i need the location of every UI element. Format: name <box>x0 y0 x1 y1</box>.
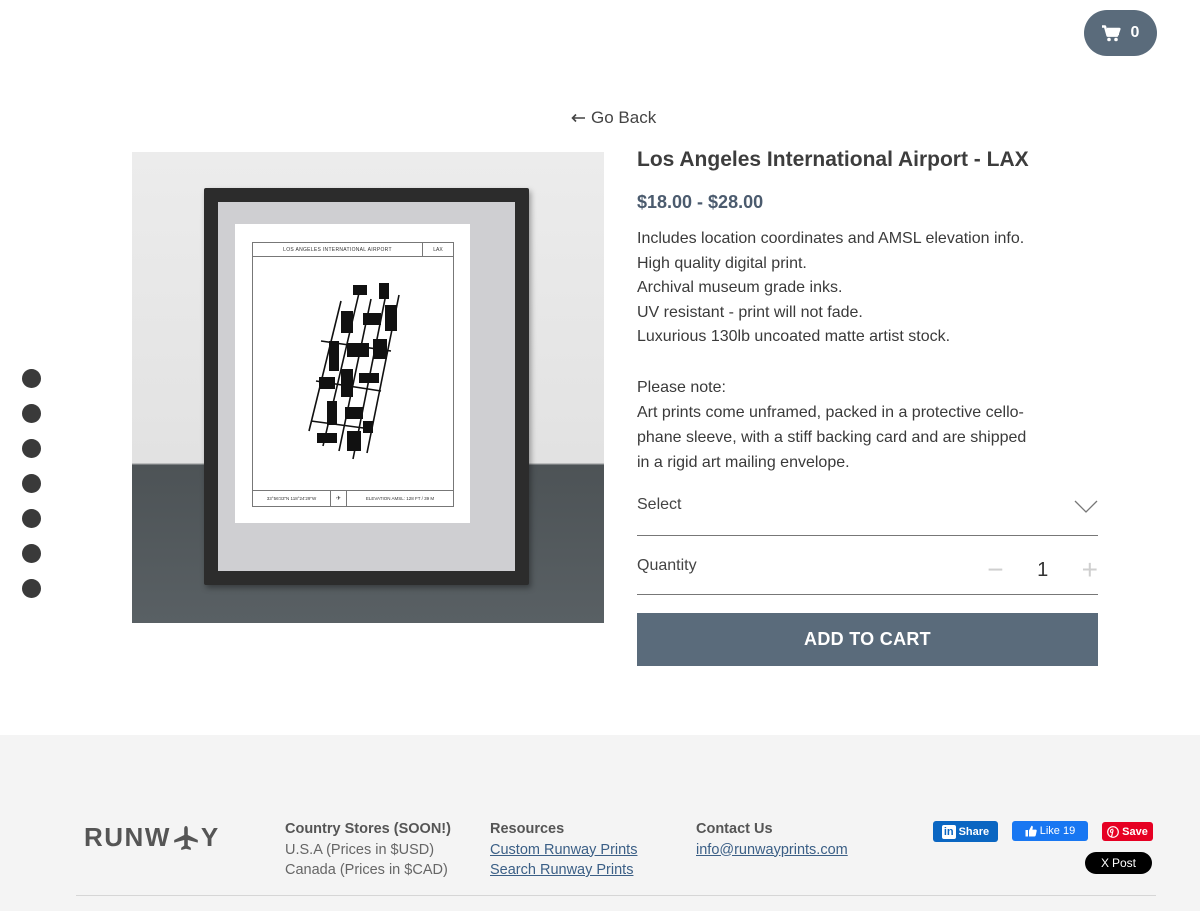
stores-heading: Country Stores (SOON!) <box>285 821 451 837</box>
logo-text-left: RUNW <box>84 822 171 852</box>
note-line: Art prints come unframed, packed in a pr… <box>637 403 1024 421</box>
search-prints-link[interactable]: Search Runway Prints <box>490 860 637 881</box>
picture-frame: LOS ANGELES INTERNATIONAL AIRPORT LAX 33… <box>204 188 529 585</box>
size-select[interactable]: Select <box>637 484 1098 536</box>
note-line: phane sleeve, with a stiff backing card … <box>637 428 1027 446</box>
resources-heading: Resources <box>490 821 565 837</box>
go-back-label: Go Back <box>591 108 657 127</box>
contact-heading: Contact Us <box>696 821 773 837</box>
x-post-label: Post <box>1112 856 1137 870</box>
product-description: Includes location coordinates and AMSL e… <box>637 227 1099 350</box>
gallery-dot[interactable] <box>22 544 41 563</box>
quantity-decrease-button[interactable]: − <box>987 556 1003 584</box>
description-line: Luxurious 130lb uncoated matte artist st… <box>637 328 951 346</box>
cart-button[interactable]: 0 <box>1084 10 1157 56</box>
gallery-dot[interactable] <box>22 404 41 423</box>
description-line: UV resistant - print will not fade. <box>637 303 863 321</box>
gallery-dot[interactable] <box>22 439 41 458</box>
gallery-dot[interactable] <box>22 509 41 528</box>
linkedin-share-button[interactable]: in Share <box>933 821 998 842</box>
linkedin-label: Share <box>958 825 990 838</box>
country-stores: Country Stores (SOON!) U.S.A (Prices in … <box>285 819 451 881</box>
add-to-cart-button[interactable]: ADD TO CART <box>637 613 1098 666</box>
pinterest-save-button[interactable]: Save <box>1102 822 1153 841</box>
logo-text-right: Y <box>200 822 220 852</box>
description-line: High quality digital print. <box>637 254 807 272</box>
footer-divider <box>76 895 1156 896</box>
store-canada: Canada (Prices in $CAD) <box>285 862 448 878</box>
cart-count: 0 <box>1130 24 1140 41</box>
description-line: Archival museum grade inks. <box>637 279 843 297</box>
shipping-note: Please note: Art prints come unframed, p… <box>637 375 1099 475</box>
x-icon: X <box>1100 856 1109 870</box>
product-title: Los Angeles International Airport - LAX <box>637 148 1029 171</box>
airplane-icon <box>174 825 198 850</box>
print-elevation: ELEVATION AMSL: 128 FT / 39 M <box>365 496 435 501</box>
contact: Contact Us info@runwayprints.com <box>696 819 848 860</box>
select-label: Select <box>637 495 682 513</box>
note-heading: Please note: <box>637 378 726 396</box>
chevron-down-icon <box>1074 500 1098 513</box>
note-line: in a rigid art mailing envelope. <box>637 453 850 471</box>
print-coordinates: 33°56'33"N 118°24'29"W <box>253 491 331 506</box>
print-title: LOS ANGELES INTERNATIONAL AIRPORT <box>253 243 423 256</box>
x-post-button[interactable]: X Post <box>1085 852 1152 874</box>
linkedin-icon: in <box>941 824 956 839</box>
gallery-dot[interactable] <box>22 579 41 598</box>
airport-map-graphic <box>308 283 400 460</box>
facebook-like-button[interactable]: Like 19 <box>1012 821 1088 841</box>
facebook-like-label: Like 19 <box>1039 825 1076 837</box>
facebook-thumb-icon <box>1025 825 1037 837</box>
gallery-dot[interactable] <box>22 369 41 388</box>
quantity-label: Quantity <box>637 557 697 574</box>
description-line: Includes location coordinates and AMSL e… <box>637 230 1025 247</box>
resources: Resources Custom Runway Prints Search Ru… <box>490 819 637 881</box>
airport-print: LOS ANGELES INTERNATIONAL AIRPORT LAX 33… <box>235 224 470 523</box>
cart-icon <box>1101 24 1121 41</box>
go-back-link[interactable]: Go Back <box>571 108 656 128</box>
quantity-stepper: − 1 + <box>987 556 1098 584</box>
quantity-row: Quantity − 1 + <box>637 548 1098 595</box>
pinterest-icon <box>1107 825 1120 838</box>
runway-logo[interactable]: RUNW Y <box>84 822 220 853</box>
product-image: LOS ANGELES INTERNATIONAL AIRPORT LAX 33… <box>132 152 604 623</box>
airplane-icon: ✈ <box>331 491 347 506</box>
pinterest-label: Save <box>1122 825 1148 838</box>
quantity-value[interactable]: 1 <box>1034 559 1052 582</box>
product-price: $18.00 - $28.00 <box>637 192 764 212</box>
print-header: LOS ANGELES INTERNATIONAL AIRPORT LAX <box>253 243 453 257</box>
product-details: Los Angeles International Airport - LAX … <box>637 148 1099 475</box>
gallery-dots <box>22 369 41 598</box>
print-footer: 33°56'33"N 118°24'29"W ✈ ELEVATION AMSL:… <box>253 490 453 506</box>
store-usa: U.S.A (Prices in $USD) <box>285 841 435 858</box>
contact-email-link[interactable]: info@runwayprints.com <box>696 840 848 861</box>
gallery-dot[interactable] <box>22 474 41 493</box>
custom-prints-link[interactable]: Custom Runway Prints <box>490 840 637 861</box>
quantity-increase-button[interactable]: + <box>1082 556 1098 584</box>
print-code: LAX <box>433 246 443 253</box>
arrow-left-icon <box>571 113 585 123</box>
